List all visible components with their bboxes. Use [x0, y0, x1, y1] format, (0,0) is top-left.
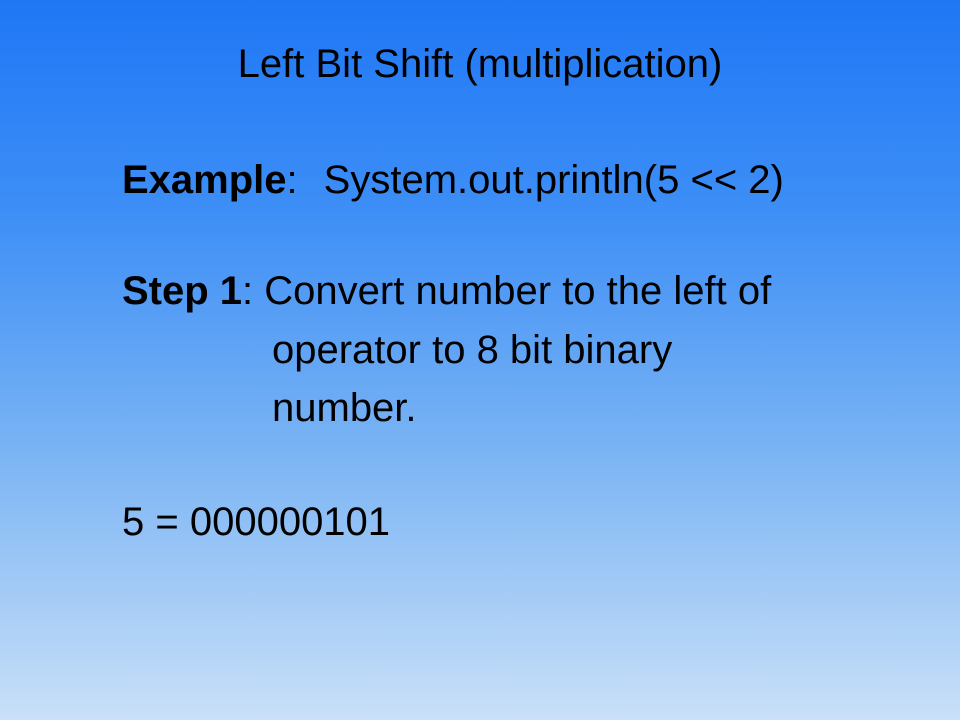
binary-result: 5 = 000000101	[122, 500, 391, 544]
step1-line: Step 1: Convert number to the left of	[122, 263, 771, 319]
example-separator: :	[286, 158, 298, 202]
example-code: System.out.println(5 << 2)	[323, 158, 784, 202]
step1-text-line-3: number.	[272, 386, 417, 430]
example-line: Example: System.out.println(5 << 2)	[122, 152, 784, 208]
step1-label: Step 1	[122, 269, 243, 313]
slide: Left Bit Shift (multiplication) Example:…	[0, 0, 960, 720]
step1-separator: :	[242, 269, 254, 313]
step1-text-line-1: Convert number to the left of	[253, 269, 772, 313]
step1-text-line-2: operator to 8 bit binary	[272, 328, 673, 372]
example-label: Example	[122, 158, 287, 202]
slide-title: Left Bit Shift (multiplication)	[237, 42, 723, 86]
